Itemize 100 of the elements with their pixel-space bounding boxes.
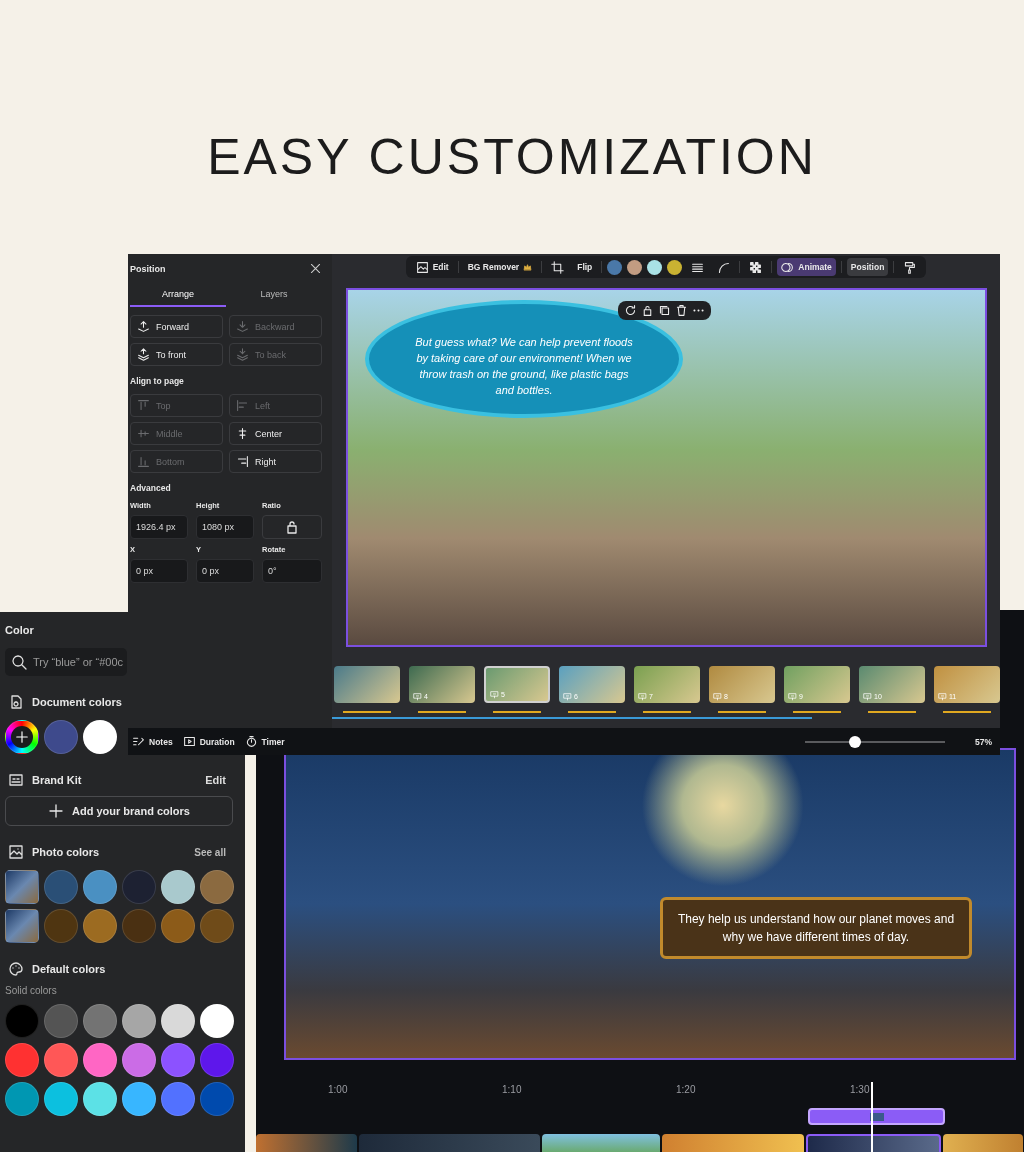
color-swatch[interactable] [667,259,683,275]
presentation-icon [563,692,572,701]
play-box-icon [182,735,196,748]
color-swatch[interactable] [122,1082,156,1116]
document-palette-icon [8,694,24,710]
color-swatch[interactable] [161,909,195,943]
input-field[interactable]: 1080 px [196,515,254,539]
toolbar-button[interactable]: Position [846,258,889,276]
caption-text: They help us understand how our planet moves and why we have different times of day. [660,897,972,959]
color-swatch[interactable] [83,720,117,754]
stack-down-icon [236,348,249,361]
timeline-tick-label: 1:00 [328,1084,349,1097]
color-swatch[interactable] [161,1043,195,1077]
footer-button[interactable]: Duration [182,735,235,748]
slide-thumbnail[interactable] [334,666,400,703]
color-swatch[interactable] [607,259,623,275]
presentation-icon [938,692,947,701]
color-swatch[interactable] [83,909,117,943]
toolbar-button[interactable]: BG Remover [463,258,537,276]
subsection-title: Solid colors [5,985,58,996]
page-heading: EASY CUSTOMIZATION [206,128,818,186]
color-swatch[interactable] [44,1004,78,1038]
close-button[interactable] [309,262,322,275]
plus-icon [48,803,64,819]
input-field[interactable]: 0 px [196,559,254,583]
color-swatch[interactable] [122,1043,156,1077]
animate-button[interactable]: Animate [777,258,836,276]
refresh-icon [624,304,637,317]
arrange-button[interactable]: Forward [130,315,223,338]
section-title: Document colors [32,696,122,708]
pencil-lines-icon [132,735,145,748]
audio-clip[interactable] [808,1108,945,1125]
color-swatch[interactable] [122,1004,156,1038]
edit-link[interactable]: Edit [205,774,226,786]
input-field[interactable]: 0 px [130,559,188,583]
tab[interactable]: Arrange [130,285,226,307]
lock-icon [284,519,300,535]
toolbar-button[interactable]: Flip [573,258,597,276]
search-icon [11,654,27,670]
color-swatch[interactable] [200,1082,234,1116]
color-swatch[interactable] [83,1043,117,1077]
color-swatch[interactable] [200,1004,234,1038]
color-swatch[interactable] [161,870,195,904]
add-brand-colors-button[interactable]: Add your brand colors [5,796,233,826]
color-swatch[interactable] [44,720,78,754]
color-swatch[interactable] [161,1004,195,1038]
color-swatch[interactable] [44,909,78,943]
corner-icon [717,260,731,274]
color-swatch[interactable] [627,259,643,275]
trash-button[interactable] [675,304,688,317]
color-swatch[interactable] [647,259,663,275]
footer-button[interactable]: Timer [244,735,285,748]
color-swatch[interactable] [5,1004,39,1038]
color-swatch[interactable] [5,1043,39,1077]
section-title: Brand Kit [32,774,82,786]
close-icon [309,262,322,275]
input-field[interactable]: 1926.4 px [130,515,188,539]
align-button[interactable]: Right [229,450,322,473]
align-button[interactable]: Center [229,422,322,445]
ratio-lock-button[interactable] [262,515,322,539]
copy-button[interactable] [658,304,671,317]
color-swatch[interactable] [83,1004,117,1038]
timeline-tick-label: 1:30 [850,1084,871,1097]
see-all-link[interactable]: See all [194,846,226,858]
tab[interactable]: Layers [226,285,322,307]
arrange-button[interactable]: To front [130,343,223,366]
color-swatch[interactable] [83,1082,117,1116]
color-swatch[interactable] [44,870,78,904]
search-field[interactable]: Try “blue” or “#00c [5,648,127,676]
checkerboard-icon [749,260,763,274]
presentation-icon [713,692,722,701]
color-swatch[interactable] [83,870,117,904]
photo-thumbnail[interactable] [5,870,39,904]
color-swatch[interactable] [200,870,234,904]
input-field[interactable]: 0° [262,559,322,583]
align-right-icon [236,455,249,468]
layer-down-icon [236,320,249,333]
refresh-button[interactable] [624,304,637,317]
photo-thumbnail[interactable] [5,909,39,943]
lock-icon [641,304,654,317]
zoom-reading: 57% [975,736,992,747]
slider-thumb[interactable] [849,735,862,748]
color-swatch[interactable] [5,1082,39,1116]
color-swatch[interactable] [44,1082,78,1116]
color-swatch[interactable] [200,1043,234,1077]
color-picker-button[interactable] [5,720,39,754]
search-input[interactable]: Try “blue” or “#00c [33,656,129,668]
timeline-tick-label: 1:20 [676,1084,697,1097]
color-swatch[interactable] [122,870,156,904]
section-title: Advanced [130,483,172,493]
section-title: Default colors [32,963,106,975]
presentation-icon [638,692,647,701]
color-swatch[interactable] [200,909,234,943]
plus-icon [15,730,29,744]
color-swatch[interactable] [44,1043,78,1077]
toolbar-button[interactable]: Edit [411,258,453,276]
footer-button[interactable]: Notes [132,735,173,748]
lock-button[interactable] [641,304,654,317]
color-swatch[interactable] [161,1082,195,1116]
color-swatch[interactable] [122,909,156,943]
